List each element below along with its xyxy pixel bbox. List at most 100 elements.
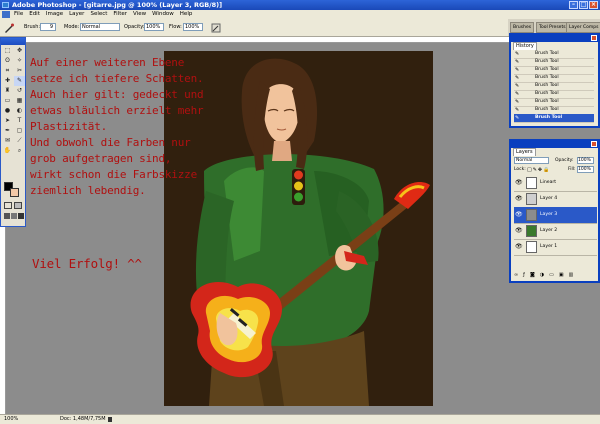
tutorial-line: Plastizität. xyxy=(30,120,108,133)
eye-icon[interactable]: 👁 xyxy=(515,228,523,234)
brush-icon[interactable]: ✎ xyxy=(14,76,25,86)
zoom-level[interactable]: 100% xyxy=(4,415,18,424)
shape-icon[interactable]: ▢ xyxy=(14,126,25,136)
opacity-label: Opacity: xyxy=(555,158,574,163)
layer-thumbnail xyxy=(526,193,537,205)
chain-icon[interactable]: ∞ xyxy=(514,272,523,278)
path-icon[interactable]: ➤ xyxy=(2,116,13,126)
marquee-icon[interactable]: ⬚ xyxy=(2,46,13,56)
menu-window[interactable]: Window xyxy=(149,10,177,19)
flow-input[interactable]: 100% xyxy=(183,23,203,31)
menu-view[interactable]: View xyxy=(130,10,149,19)
brush-icon: ✎ xyxy=(515,51,520,57)
type-icon[interactable]: T xyxy=(14,116,25,126)
brush-icon: ✎ xyxy=(515,99,520,105)
mask-icon[interactable]: ◙ xyxy=(530,272,540,278)
tutorial-text: Auf einer weiteren Ebene setze ich tiefe… xyxy=(30,55,204,199)
screen-mode-full-icon[interactable] xyxy=(18,213,24,219)
title-bar: Adobe Photoshop - [gitarre.jpg @ 100% (L… xyxy=(0,0,600,10)
eye-icon[interactable]: 👁 xyxy=(515,244,523,250)
gradient-icon[interactable]: ▦ xyxy=(14,96,25,106)
tutorial-line: Auf einer weiteren Ebene xyxy=(30,56,185,69)
tab-history[interactable]: History xyxy=(513,42,537,50)
status-arrow-icon[interactable] xyxy=(108,417,112,422)
tab-layers[interactable]: Layers xyxy=(513,148,536,156)
brush-label: Brush: xyxy=(24,24,41,30)
maximize-button[interactable]: □ xyxy=(579,1,588,9)
zoom-icon[interactable]: ⌕ xyxy=(14,146,25,156)
close-icon[interactable] xyxy=(591,141,597,147)
tab-tool-presets[interactable]: Tool Presets xyxy=(536,22,569,33)
lock-icons[interactable]: □✎✥🔒 xyxy=(527,167,550,173)
layer-row[interactable]: 👁 Layer 2 xyxy=(514,223,597,240)
document-canvas[interactable] xyxy=(164,51,433,406)
quick-mask-icon[interactable] xyxy=(14,202,22,209)
magic-wand-icon[interactable]: ✧ xyxy=(14,56,25,66)
mode-select[interactable]: Normal xyxy=(80,23,120,31)
stamp-icon[interactable]: ♜ xyxy=(2,86,13,96)
close-button[interactable]: × xyxy=(589,1,598,9)
fill-input[interactable]: 100% xyxy=(577,166,594,173)
menu-file[interactable]: File xyxy=(11,10,26,19)
screen-mode-standard-icon[interactable] xyxy=(4,213,10,219)
layers-palette-header[interactable] xyxy=(511,141,598,148)
airbrush-icon[interactable] xyxy=(211,23,221,33)
lasso-icon[interactable]: ʘ xyxy=(2,56,13,66)
tab-layer-comps[interactable]: Layer Comps xyxy=(566,22,600,33)
trash-icon[interactable]: ▥ xyxy=(569,272,579,278)
layer-thumbnail xyxy=(526,209,537,221)
brush-size-picker[interactable]: 9 xyxy=(40,23,56,31)
layer-row[interactable]: 👁 Lineart xyxy=(514,175,597,192)
folder-icon[interactable]: ▭ xyxy=(549,272,559,278)
layer-row[interactable]: 👁 Layer 1 xyxy=(514,239,597,256)
eyedropper-icon[interactable]: ⟋ xyxy=(14,136,25,146)
layer-opacity-input[interactable]: 100% xyxy=(577,157,594,164)
menu-filter[interactable]: Filter xyxy=(110,10,130,19)
dodge-icon[interactable]: ◐ xyxy=(14,106,25,116)
tutorial-line: grob aufgetragen sind, xyxy=(30,152,172,165)
healing-icon[interactable]: ✚ xyxy=(2,76,13,86)
layer-row[interactable]: 👁 Layer 4 xyxy=(514,191,597,208)
adjustment-icon[interactable]: ◑ xyxy=(540,272,549,278)
crop-icon[interactable]: ⌗ xyxy=(2,66,13,76)
flow-label: Flow: xyxy=(169,24,182,30)
notes-icon[interactable]: ✉ xyxy=(2,136,13,146)
blur-icon[interactable]: ● xyxy=(2,106,13,116)
eye-icon[interactable]: 👁 xyxy=(515,196,523,202)
eye-icon[interactable]: 👁 xyxy=(515,212,523,218)
brush-preset-icon[interactable] xyxy=(3,22,15,34)
eraser-icon[interactable]: ▭ xyxy=(2,96,13,106)
opacity-input[interactable]: 100% xyxy=(144,23,164,31)
menu-layer[interactable]: Layer xyxy=(66,10,87,19)
hand-icon[interactable]: ✋ xyxy=(2,146,13,156)
photoshop-app-icon xyxy=(2,2,9,8)
layer-thumbnail xyxy=(526,225,537,237)
menu-edit[interactable]: Edit xyxy=(26,10,43,19)
menu-image[interactable]: Image xyxy=(43,10,66,19)
tutorial-line: ziemlich lebendig. xyxy=(30,184,146,197)
document-icon[interactable] xyxy=(2,11,10,18)
standard-mode-icon[interactable] xyxy=(4,202,12,209)
new-layer-icon[interactable]: ▣ xyxy=(559,272,569,278)
tab-brushes[interactable]: Brushes xyxy=(510,22,535,33)
pen-icon[interactable]: ✒ xyxy=(2,126,13,136)
blend-mode-select[interactable]: Normal xyxy=(514,157,549,164)
menu-select[interactable]: Select xyxy=(87,10,110,19)
background-color-swatch[interactable] xyxy=(10,188,19,197)
eye-icon[interactable]: 👁 xyxy=(515,180,523,186)
layer-thumbnail xyxy=(526,241,537,253)
history-palette-header[interactable] xyxy=(511,35,598,42)
history-brush-icon[interactable]: ↺ xyxy=(14,86,25,96)
history-state-selected[interactable]: ✎ Brush Tool xyxy=(514,114,594,123)
tutorial-closing: Viel Erfolg! ^^ xyxy=(32,256,142,271)
brush-icon: ✎ xyxy=(515,83,520,89)
move-icon[interactable]: ✥ xyxy=(14,46,25,56)
guitarist-painting xyxy=(164,51,433,406)
menu-help[interactable]: Help xyxy=(177,10,196,19)
layer-style-icon[interactable]: ƒ xyxy=(523,272,530,278)
layer-row-selected[interactable]: 👁 Layer 3 xyxy=(514,207,597,224)
slice-icon[interactable]: ✂ xyxy=(14,66,25,76)
screen-mode-full-menu-icon[interactable] xyxy=(11,213,17,219)
minimize-button[interactable]: – xyxy=(569,1,578,9)
close-icon[interactable] xyxy=(591,35,597,41)
